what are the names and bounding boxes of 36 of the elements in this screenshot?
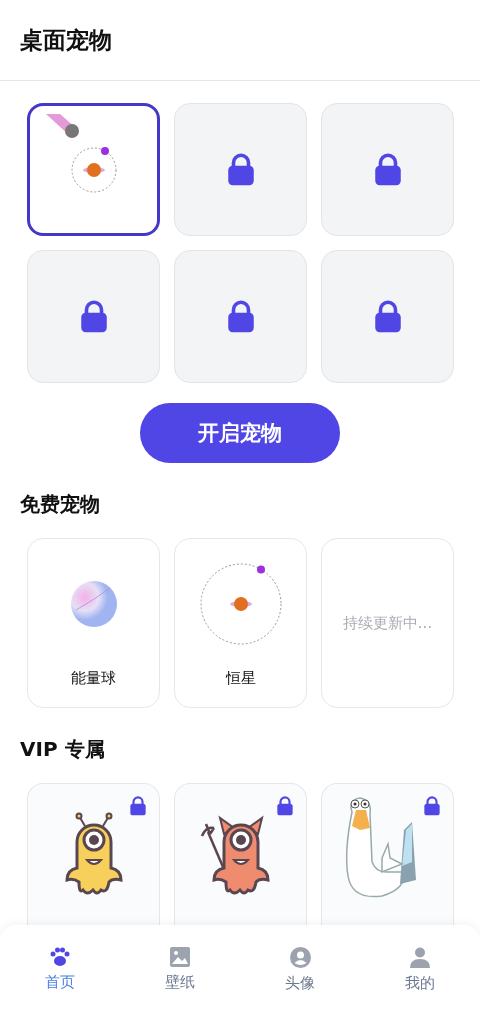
pet-slot[interactable]	[27, 103, 160, 236]
pet-card[interactable]: 能量球	[27, 538, 160, 708]
section-title: VIP 专属	[19, 736, 106, 763]
lock-icon	[276, 796, 294, 816]
locked-pet-slot[interactable]	[174, 250, 307, 383]
page-title: 桌面宠物	[20, 25, 112, 55]
locked-pet-slot[interactable]	[27, 250, 160, 383]
pet-card[interactable]: 恒星	[174, 538, 307, 708]
start-pet-button[interactable]: 开启宠物	[140, 403, 340, 463]
lock-icon	[78, 300, 109, 333]
lock-icon	[423, 796, 441, 816]
tab-item[interactable]: 首页	[0, 947, 120, 999]
locked-pet-slot[interactable]	[321, 103, 454, 236]
lock-icon	[129, 796, 147, 816]
comet-icon	[46, 114, 82, 140]
lock-icon	[372, 300, 403, 333]
pet-card[interactable]: 持续更新中...	[321, 538, 454, 708]
section-title: 免费宠物	[19, 491, 101, 518]
vip-pet-card[interactable]	[174, 783, 307, 925]
image-icon	[170, 947, 190, 967]
lock-icon	[225, 153, 256, 186]
tab-item[interactable]: 我的	[360, 947, 480, 999]
locked-pet-slot[interactable]	[174, 103, 307, 236]
coming-soon-text: 持续更新中...	[342, 613, 433, 633]
pet-name: 能量球	[71, 669, 116, 688]
vip-pet-card[interactable]	[27, 783, 160, 925]
user-circle-icon	[289, 947, 311, 968]
lock-icon	[225, 300, 256, 333]
paw-icon	[49, 947, 71, 967]
pet-name: 恒星	[225, 669, 256, 688]
tab-item[interactable]: 壁纸	[120, 947, 240, 999]
person-icon	[410, 947, 430, 968]
locked-pet-slot[interactable]	[321, 250, 454, 383]
tab-item[interactable]: 头像	[240, 947, 360, 999]
energy-orb-icon	[69, 580, 118, 628]
lock-icon	[372, 153, 403, 186]
